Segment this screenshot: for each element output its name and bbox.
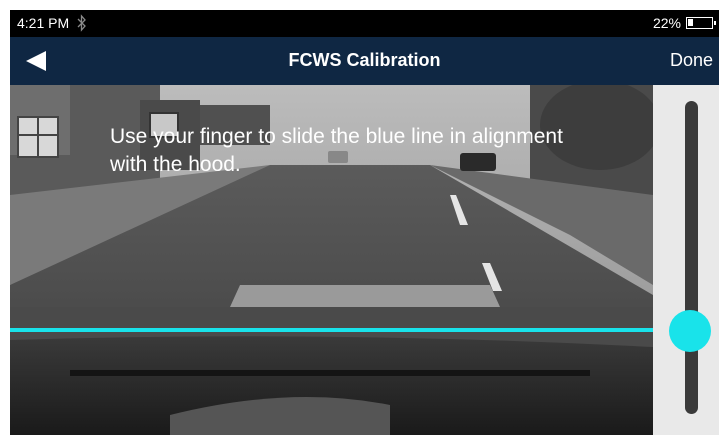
title-bar: FCWS Calibration Done [10, 37, 719, 85]
status-time: 4:21 PM [17, 15, 70, 31]
slider-thumb[interactable] [669, 310, 711, 352]
calibration-line[interactable] [10, 328, 653, 332]
battery-fill [688, 19, 693, 26]
instruction-text: Use your finger to slide the blue line i… [110, 125, 563, 176]
battery-icon [686, 17, 716, 29]
battery-percent: 22% [652, 15, 681, 31]
status-bar: 4:21 PM 22% [10, 10, 719, 37]
slider-track[interactable] [685, 101, 698, 414]
slider-panel [653, 85, 719, 435]
camera-view[interactable]: Use your finger to slide the blue line i… [10, 85, 653, 435]
page-title: FCWS Calibration [288, 50, 441, 70]
done-button[interactable]: Done [670, 50, 713, 71]
bluetooth-icon [76, 14, 88, 32]
device-screen: 4:21 PM 22% FCWS Calibration Done Use yo… [10, 10, 719, 435]
